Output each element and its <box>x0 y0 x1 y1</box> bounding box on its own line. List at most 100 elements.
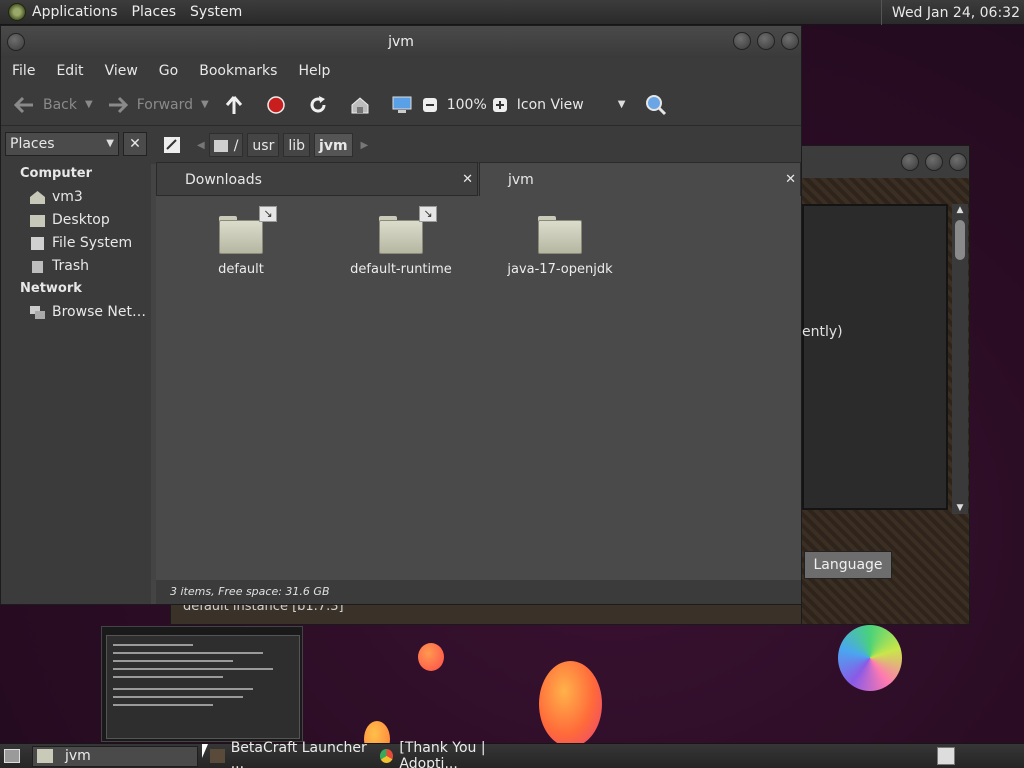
window-body: Places ▼ ✕ Computer vm3 Desktop File Sys… <box>1 126 801 604</box>
preview-line <box>113 676 223 678</box>
sidebar-item-file-system[interactable]: File System <box>29 235 132 251</box>
menu-view[interactable]: View <box>105 63 138 79</box>
balloon-decoration <box>539 661 602 747</box>
computer-icon[interactable] <box>391 94 413 116</box>
menu-system[interactable]: System <box>190 4 242 20</box>
back-dropdown-icon[interactable]: ▼ <box>85 99 93 110</box>
file-manager-window[interactable]: jvm File Edit View Go Bookmarks Help Bac… <box>0 25 802 605</box>
status-bar: 3 items, Free space: 31.6 GB <box>156 580 801 604</box>
menu-bookmarks[interactable]: Bookmarks <box>199 63 277 79</box>
top-panel: Applications Places System Wed Jan 24, 0… <box>0 0 1024 25</box>
view-mode-dropdown-icon[interactable]: ▼ <box>618 99 626 110</box>
folder-icon <box>538 216 582 254</box>
distro-logo-icon[interactable] <box>8 3 26 21</box>
symlink-arrow-icon: ↘ <box>259 206 277 222</box>
forward-dropdown-icon[interactable]: ▼ <box>201 99 209 110</box>
scroll-up-icon[interactable]: ▲ <box>953 204 967 216</box>
sidebar-item-label: Trash <box>52 258 89 274</box>
search-icon[interactable] <box>645 94 667 116</box>
taskbar-item-browser[interactable]: [Thank You | Adopti... <box>376 740 542 768</box>
zoom-level[interactable]: 100% <box>447 97 487 113</box>
tab-downloads[interactable]: Downloads ✕ <box>156 162 478 196</box>
window-menu-icon[interactable] <box>7 33 25 51</box>
partial-text: ently) <box>802 324 843 340</box>
file-item[interactable]: ↘ default <box>186 206 296 277</box>
maximize-button[interactable] <box>925 153 943 171</box>
edit-location-icon[interactable] <box>161 134 183 156</box>
file-item[interactable]: ↘ default-runtime <box>346 206 456 277</box>
back-button[interactable]: Back ▼ <box>13 94 93 116</box>
sidebar-item-label: vm3 <box>52 189 83 205</box>
path-jvm-button[interactable]: jvm <box>314 133 353 157</box>
window-title: jvm <box>388 34 414 50</box>
trash-icon <box>29 259 46 274</box>
reload-icon[interactable] <box>307 94 329 116</box>
menu-file[interactable]: File <box>12 63 35 79</box>
window-title-bar[interactable]: jvm <box>1 26 801 58</box>
minimize-button[interactable] <box>901 153 919 171</box>
sidebar-heading-network: Network <box>20 281 82 296</box>
taskbar-item-betacraft[interactable]: BetaCraft Launcher ... <box>206 740 372 768</box>
close-button[interactable] <box>781 32 799 50</box>
sidebar-item-vm3[interactable]: vm3 <box>29 189 83 205</box>
sidebar-item-desktop[interactable]: Desktop <box>29 212 110 228</box>
path-scroll-right-icon[interactable]: ▶ <box>361 140 369 151</box>
betacraft-window[interactable]: ▲ ▼ ently) Language <box>801 145 970 625</box>
file-name: default <box>218 262 264 277</box>
path-lib-button[interactable]: lib <box>283 133 311 157</box>
places-combo-label: Places <box>10 136 55 152</box>
path-root-button[interactable]: / <box>208 133 244 157</box>
tab-label: Downloads <box>185 172 262 188</box>
taskbar-item-label: jvm <box>65 748 91 764</box>
menu-go[interactable]: Go <box>159 63 178 79</box>
sidebar-places-select[interactable]: Places ▼ <box>5 132 119 156</box>
file-item[interactable]: java-17-openjdk <box>505 216 615 277</box>
menu-applications[interactable]: Applications <box>32 4 118 20</box>
show-desktop-icon <box>4 749 20 763</box>
zoom-out-icon[interactable] <box>419 94 441 116</box>
forward-button[interactable]: Forward ▼ <box>107 94 209 116</box>
clock[interactable]: Wed Jan 24, 06:32 <box>880 0 1024 25</box>
path-usr-button[interactable]: usr <box>247 133 280 157</box>
home-icon[interactable] <box>349 94 371 116</box>
show-desktop-button[interactable] <box>2 746 20 767</box>
menu-edit[interactable]: Edit <box>56 63 83 79</box>
scroll-down-icon[interactable]: ▼ <box>953 502 967 514</box>
zoom-in-icon[interactable] <box>489 94 511 116</box>
language-button[interactable]: Language <box>804 551 892 579</box>
balloon-decoration <box>838 625 902 691</box>
taskbar-item-jvm[interactable]: jvm <box>32 745 198 767</box>
menu-help[interactable]: Help <box>298 63 330 79</box>
sidebar-item-trash[interactable]: Trash <box>29 258 89 274</box>
betacraft-title-bar[interactable] <box>802 146 969 178</box>
mouse-cursor-icon <box>202 744 208 758</box>
up-arrow-icon[interactable] <box>223 94 245 116</box>
window-preview-thumbnail[interactable] <box>101 626 303 742</box>
close-button[interactable] <box>949 153 967 171</box>
workspace-switcher-icon[interactable] <box>937 747 955 765</box>
home-folder-icon <box>29 190 46 205</box>
sidebar-item-label: Browse Net… <box>52 304 147 320</box>
tab-jvm[interactable]: jvm ✕ <box>479 162 801 196</box>
chevron-down-icon: ▼ <box>106 138 114 149</box>
file-view[interactable]: ↘ default ↘ default-runtime java-17-open… <box>156 196 801 580</box>
path-scroll-left-icon[interactable]: ◀ <box>197 140 205 151</box>
stop-icon[interactable] <box>265 94 287 116</box>
maximize-button[interactable] <box>757 32 775 50</box>
changelog-scrollbar[interactable]: ▲ ▼ <box>952 204 968 514</box>
minimize-button[interactable] <box>733 32 751 50</box>
close-tab-icon[interactable]: ✕ <box>462 163 473 197</box>
file-name: java-17-openjdk <box>507 262 613 277</box>
close-tab-icon[interactable]: ✕ <box>785 163 796 197</box>
sidebar-item-browse-network[interactable]: Browse Net… <box>29 304 146 320</box>
view-mode-select[interactable]: Icon View <box>517 97 584 113</box>
balloon-decoration <box>418 643 444 671</box>
preview-line <box>113 652 263 654</box>
sidebar-close-button[interactable]: ✕ <box>123 132 147 156</box>
preview-line <box>113 660 233 662</box>
drive-icon <box>213 140 228 152</box>
menu-places[interactable]: Places <box>132 4 177 20</box>
forward-arrow-icon <box>107 94 129 116</box>
sidebar-item-label: File System <box>52 235 133 251</box>
scroll-thumb[interactable] <box>955 220 965 260</box>
